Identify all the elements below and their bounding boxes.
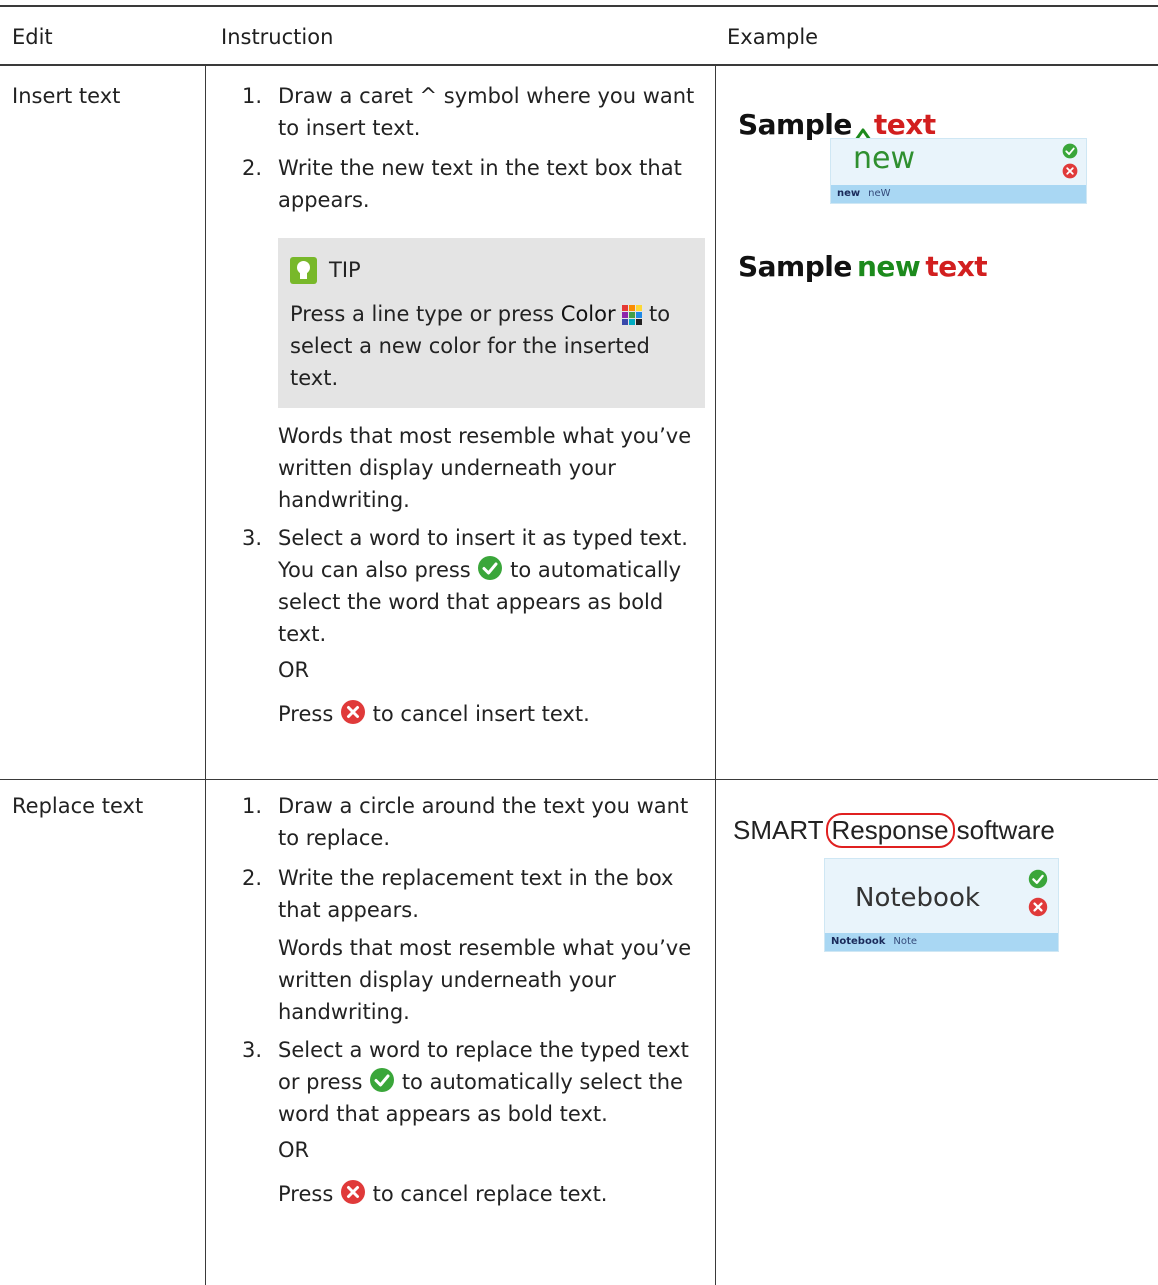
step-text: Draw a circle around the text you want t… xyxy=(278,794,689,850)
column-divider xyxy=(715,66,716,1285)
handwriting-input-box[interactable]: Notebook Notebook Note xyxy=(824,858,1059,952)
suggestion-item[interactable]: Notebook xyxy=(825,936,885,947)
check-circle-icon[interactable] xyxy=(1062,143,1078,159)
step-text: Draw a caret ^ symbol where you want to … xyxy=(278,84,695,140)
or-text: OR xyxy=(278,1138,310,1162)
sentence-before: SMART xyxy=(733,815,824,845)
list-item: 3. Select a word to replace the typed te… xyxy=(242,1034,708,1130)
column-divider xyxy=(205,66,206,1285)
header-instruction: Instruction xyxy=(221,25,334,49)
step-number: 2. xyxy=(242,156,263,180)
cancel-text: Press to cancel insert text. xyxy=(278,698,708,730)
note-text: Words that most resemble what you’ve wri… xyxy=(278,936,692,1024)
step-text: Write the replacement text in the box th… xyxy=(278,866,674,922)
result-word: Sample xyxy=(738,250,852,283)
step-text: Select a word to insert it as typed text… xyxy=(278,522,708,650)
check-circle-icon[interactable] xyxy=(1028,869,1048,889)
circled-word: Response xyxy=(825,813,955,848)
check-circle-icon xyxy=(478,556,503,580)
result-word: new xyxy=(856,250,921,283)
handwritten-text: Notebook xyxy=(855,883,980,913)
step-number: 1. xyxy=(242,84,263,108)
list-item: 2. Write the replacement text in the box… xyxy=(242,862,708,926)
list-item: 1. Draw a caret ^ symbol where you want … xyxy=(242,80,708,144)
step-number: 3. xyxy=(242,1038,263,1062)
color-label: Color xyxy=(560,302,616,326)
tip-title: TIP xyxy=(329,258,361,282)
handwriting-input-box[interactable]: new new neW xyxy=(830,138,1087,204)
cancel-text-before: Press xyxy=(278,702,340,726)
tip-text: Press a line type or press Color to sele… xyxy=(290,298,693,394)
result-word: text xyxy=(925,250,988,283)
color-palette-icon xyxy=(622,305,643,325)
list-item: 3. Select a word to insert it as typed t… xyxy=(242,522,708,650)
table-top-rule xyxy=(0,5,1158,7)
tip-header: TIP xyxy=(290,252,693,288)
suggestion-bar: Notebook Note xyxy=(825,933,1058,951)
insert-text-instructions: 1. Draw a caret ^ symbol where you want … xyxy=(242,80,708,730)
row-edit-insert-text: Insert text xyxy=(12,84,121,108)
x-circle-icon xyxy=(340,1180,365,1204)
header-example: Example xyxy=(727,25,819,49)
text-word: text xyxy=(873,108,936,141)
header-edit: Edit xyxy=(12,25,53,49)
cancel-text-after: to cancel replace text. xyxy=(372,1182,608,1206)
tip-box: TIP Press a line type or press Color to … xyxy=(278,238,705,408)
x-circle-icon[interactable] xyxy=(1028,897,1048,917)
list-item: 1. Draw a circle around the text you wan… xyxy=(242,790,708,854)
row-edit-replace-text: Replace text xyxy=(12,794,144,818)
cancel-text-after: to cancel insert text. xyxy=(372,702,590,726)
step-text: Write the new text in the text box that … xyxy=(278,156,682,212)
sample-word: Sample xyxy=(738,108,852,141)
cancel-text-before: Press xyxy=(278,1182,340,1206)
suggestion-bar: new neW xyxy=(831,185,1086,203)
sentence-after: software xyxy=(956,815,1055,845)
step-text: Select a word to replace the typed text … xyxy=(278,1034,708,1130)
replace-example-sentence: SMART Response software xyxy=(733,813,1055,848)
x-circle-icon xyxy=(340,700,365,724)
note-text: Words that most resemble what you’ve wri… xyxy=(278,424,692,512)
check-circle-icon xyxy=(370,1068,395,1092)
insert-example-after: Sample new text xyxy=(738,250,988,283)
replace-text-instructions: 1. Draw a circle around the text you wan… xyxy=(242,790,708,1210)
step-number: 3. xyxy=(242,526,263,550)
suggestion-item[interactable]: new xyxy=(831,188,860,199)
header-bottom-rule xyxy=(0,64,1158,66)
cancel-text: Press to cancel replace text. xyxy=(278,1178,708,1210)
row-divider xyxy=(0,779,1158,780)
or-text: OR xyxy=(278,658,310,682)
tip-text-before: Press a line type or press xyxy=(290,302,561,326)
list-item: 2. Write the new text in the text box th… xyxy=(242,152,708,216)
x-circle-icon[interactable] xyxy=(1062,163,1078,179)
step-number: 1. xyxy=(242,794,263,818)
suggestion-item[interactable]: Note xyxy=(893,936,917,947)
lightbulb-icon xyxy=(290,256,317,284)
suggestion-item[interactable]: neW xyxy=(868,188,890,199)
step-number: 2. xyxy=(242,866,263,890)
handwritten-text: new xyxy=(853,141,916,176)
